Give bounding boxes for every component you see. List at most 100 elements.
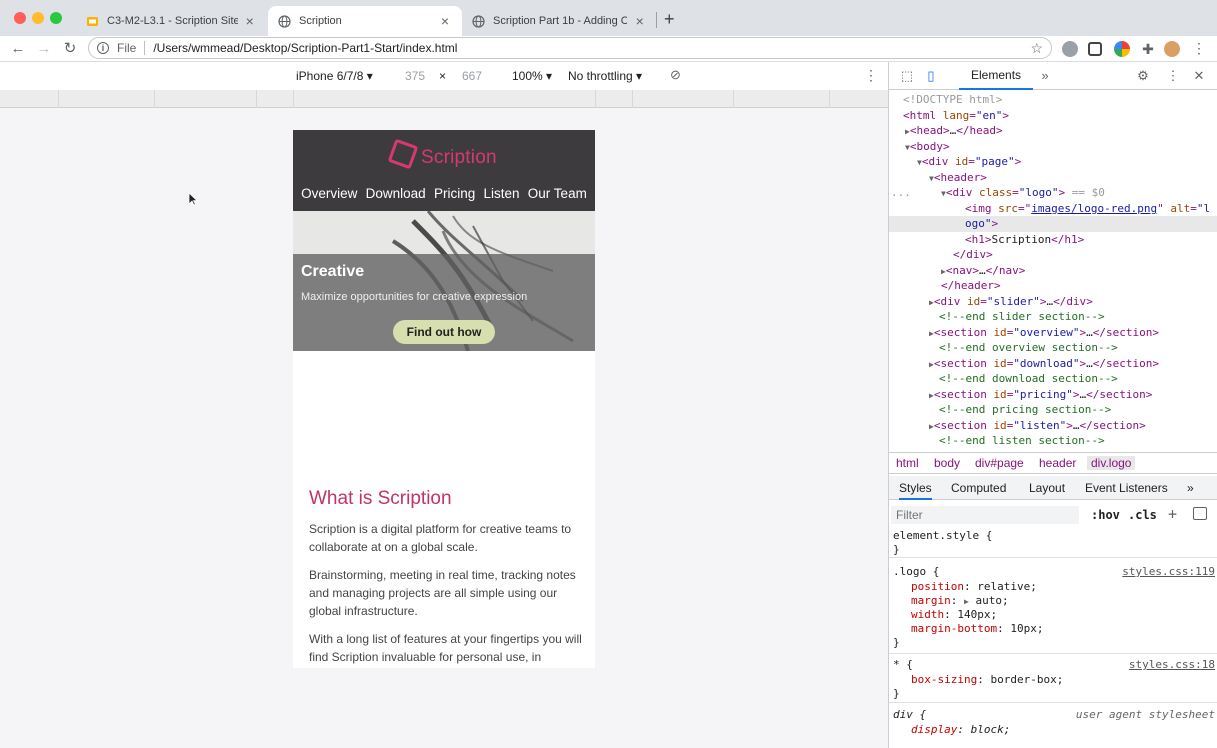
device-select[interactable]: iPhone 6/7/8 ▾ bbox=[296, 69, 373, 83]
width-input[interactable]: 375 bbox=[405, 69, 425, 83]
find-out-how-button[interactable]: Find out how bbox=[393, 320, 495, 344]
rotate-icon[interactable]: ⊘ bbox=[670, 67, 681, 83]
rule-source-link[interactable]: styles.css:119 bbox=[1122, 565, 1215, 580]
tab-strip: C3-M2-L3.1 - Scription Site - ( × Script… bbox=[0, 0, 1217, 36]
site-logo[interactable]: Scription bbox=[421, 147, 497, 169]
dom-doctype: <!DOCTYPE html> bbox=[903, 93, 1003, 106]
throttle-select[interactable]: No throttling ▾ bbox=[568, 69, 642, 83]
nav-download[interactable]: Download bbox=[366, 186, 426, 201]
about-paragraph: Scription is a digital platform for crea… bbox=[309, 522, 572, 554]
puzzle-icon[interactable]: ✚ bbox=[1140, 41, 1156, 57]
avatar[interactable] bbox=[1164, 41, 1180, 57]
prop-row[interactable]: margin-bottom: 10px; bbox=[911, 622, 1043, 637]
nav-overview[interactable]: Overview bbox=[301, 186, 357, 201]
tab-computed[interactable]: Computed bbox=[951, 481, 1006, 495]
dom-comment: <!--end download section--> bbox=[939, 372, 1118, 385]
crumb-header[interactable]: header bbox=[1039, 456, 1076, 470]
inspect-element-icon[interactable]: ⬚ bbox=[899, 68, 915, 84]
rule-star: * { styles.css:18 box-sizing: border-box… bbox=[889, 657, 1217, 703]
minimize-window-button[interactable] bbox=[32, 12, 44, 24]
nav-our-team[interactable]: Our Team bbox=[528, 186, 587, 201]
menu-icon[interactable]: ⋮ bbox=[1191, 41, 1207, 57]
dom-h1[interactable]: <h1>Scription</h1> bbox=[965, 232, 1084, 248]
dom-html[interactable]: <html lang="en"> bbox=[903, 108, 1009, 124]
extension-color-icon[interactable] bbox=[1114, 41, 1130, 57]
rule-selector[interactable]: * { bbox=[893, 658, 913, 673]
site-nav: Overview Download Pricing Listen Our Tea… bbox=[293, 186, 595, 201]
address-divider bbox=[144, 41, 146, 55]
more-subtabs-icon[interactable]: » bbox=[1187, 481, 1194, 495]
zoom-window-button[interactable] bbox=[50, 12, 62, 24]
zoom-select[interactable]: 100% ▾ bbox=[512, 69, 552, 83]
tab-title: Scription Part 1b - Adding CSS bbox=[493, 15, 628, 27]
hero-title: Creative bbox=[301, 263, 365, 280]
styles-pane: element.style { } .logo { styles.css:119… bbox=[889, 528, 1217, 748]
media-query-bar[interactable] bbox=[0, 90, 888, 108]
reload-icon[interactable]: ↻ bbox=[60, 39, 80, 59]
rule-selector: div { bbox=[893, 708, 927, 721]
hov-toggle[interactable]: :hov bbox=[1091, 508, 1120, 522]
hero-subtitle: Maximize opportunities for creative expr… bbox=[301, 291, 528, 303]
tab-layout[interactable]: Layout bbox=[1029, 481, 1065, 495]
dom-img[interactable]: <img src="images/logo-red.png" alt="l bbox=[965, 201, 1210, 217]
dom-div-logo[interactable]: ▼<div class="logo"> == $0 bbox=[941, 185, 1105, 202]
tab-event-listeners[interactable]: Event Listeners bbox=[1085, 481, 1168, 495]
new-rule-icon[interactable]: + bbox=[1168, 505, 1177, 523]
prop-row[interactable]: position: relative; bbox=[911, 580, 1037, 595]
tab-scription-part-1b[interactable]: Scription Part 1b - Adding CSS × bbox=[462, 6, 656, 36]
close-devtools-icon[interactable]: ✕ bbox=[1191, 68, 1207, 84]
tab-styles[interactable]: Styles bbox=[899, 481, 932, 500]
rule-selector[interactable]: .logo { bbox=[893, 565, 939, 580]
crumb-body[interactable]: body bbox=[934, 456, 960, 470]
new-tab-button[interactable]: + bbox=[664, 9, 675, 30]
close-tab-icon[interactable]: × bbox=[633, 13, 646, 29]
height-input[interactable]: 667 bbox=[462, 69, 482, 83]
globe-icon bbox=[278, 14, 291, 28]
rule-logo: .logo { styles.css:119 position: relativ… bbox=[889, 564, 1217, 654]
prop-row[interactable]: width: 140px; bbox=[911, 608, 997, 623]
rule-selector[interactable]: element.style { bbox=[893, 529, 992, 544]
crumb-div-page[interactable]: div#page bbox=[975, 456, 1024, 470]
more-tabs-icon[interactable]: » bbox=[1037, 68, 1053, 84]
devtools-menu-icon[interactable]: ⋮ bbox=[1165, 68, 1181, 84]
crumb-html[interactable]: html bbox=[896, 456, 919, 470]
rule-close: } bbox=[893, 636, 900, 649]
dom-row-dots[interactable]: ... bbox=[891, 185, 911, 201]
tab-elements[interactable]: Elements bbox=[959, 62, 1034, 90]
nav-pricing[interactable]: Pricing bbox=[434, 186, 475, 201]
close-window-button[interactable] bbox=[14, 12, 26, 24]
dom-div-page[interactable]: ▼<div id="page"> bbox=[917, 154, 1021, 171]
extension-grey-icon[interactable] bbox=[1062, 41, 1078, 57]
dom-comment: <!--end pricing section--> bbox=[939, 403, 1112, 416]
scheme-label: File bbox=[117, 41, 137, 55]
about-heading: What is Scription bbox=[309, 488, 452, 509]
toggle-sidebar-icon[interactable] bbox=[1193, 507, 1207, 520]
device-toolbar: iPhone 6/7/8 ▾ 375 × 667 100% ▾ No throt… bbox=[0, 62, 888, 90]
rule-close: } bbox=[893, 543, 900, 556]
prop-row: display: block; bbox=[911, 723, 1011, 736]
slides-icon bbox=[87, 16, 98, 26]
extension-n-icon[interactable] bbox=[1088, 42, 1102, 56]
device-toggle-icon[interactable]: ▯ bbox=[923, 68, 939, 84]
crumb-div-logo[interactable]: div.logo bbox=[1087, 456, 1136, 470]
nav-listen[interactable]: Listen bbox=[484, 186, 520, 201]
dom-head[interactable]: ▶<head>…</head> bbox=[905, 123, 1003, 140]
settings-gear-icon[interactable]: ⚙ bbox=[1135, 68, 1151, 84]
back-icon[interactable]: ← bbox=[8, 39, 28, 59]
filter-input[interactable] bbox=[891, 506, 1079, 524]
bookmark-star-icon[interactable]: ☆ bbox=[1030, 40, 1043, 57]
cls-toggle[interactable]: .cls bbox=[1128, 508, 1157, 522]
close-tab-icon[interactable]: × bbox=[438, 13, 452, 29]
more-options-icon[interactable]: ⋮ bbox=[864, 67, 878, 84]
browser-toolbar: ← → ↻ i File /Users/wmmead/Desktop/Scrip… bbox=[0, 36, 1217, 62]
close-tab-icon[interactable]: × bbox=[244, 13, 257, 29]
forward-icon[interactable]: → bbox=[34, 39, 54, 59]
prop-row[interactable]: box-sizing: border-box; bbox=[911, 673, 1063, 688]
dom-comment: <!--end slider section--> bbox=[939, 310, 1105, 323]
info-icon[interactable]: i bbox=[97, 42, 109, 54]
tab-scription[interactable]: Scription × bbox=[268, 6, 462, 36]
tab-slides[interactable]: C3-M2-L3.1 - Scription Site - ( × bbox=[76, 6, 266, 36]
address-bar[interactable]: i File /Users/wmmead/Desktop/Scription-P… bbox=[88, 37, 1052, 59]
rule-source-link[interactable]: styles.css:18 bbox=[1129, 658, 1215, 673]
tab-title: C3-M2-L3.1 - Scription Site - ( bbox=[107, 15, 238, 27]
